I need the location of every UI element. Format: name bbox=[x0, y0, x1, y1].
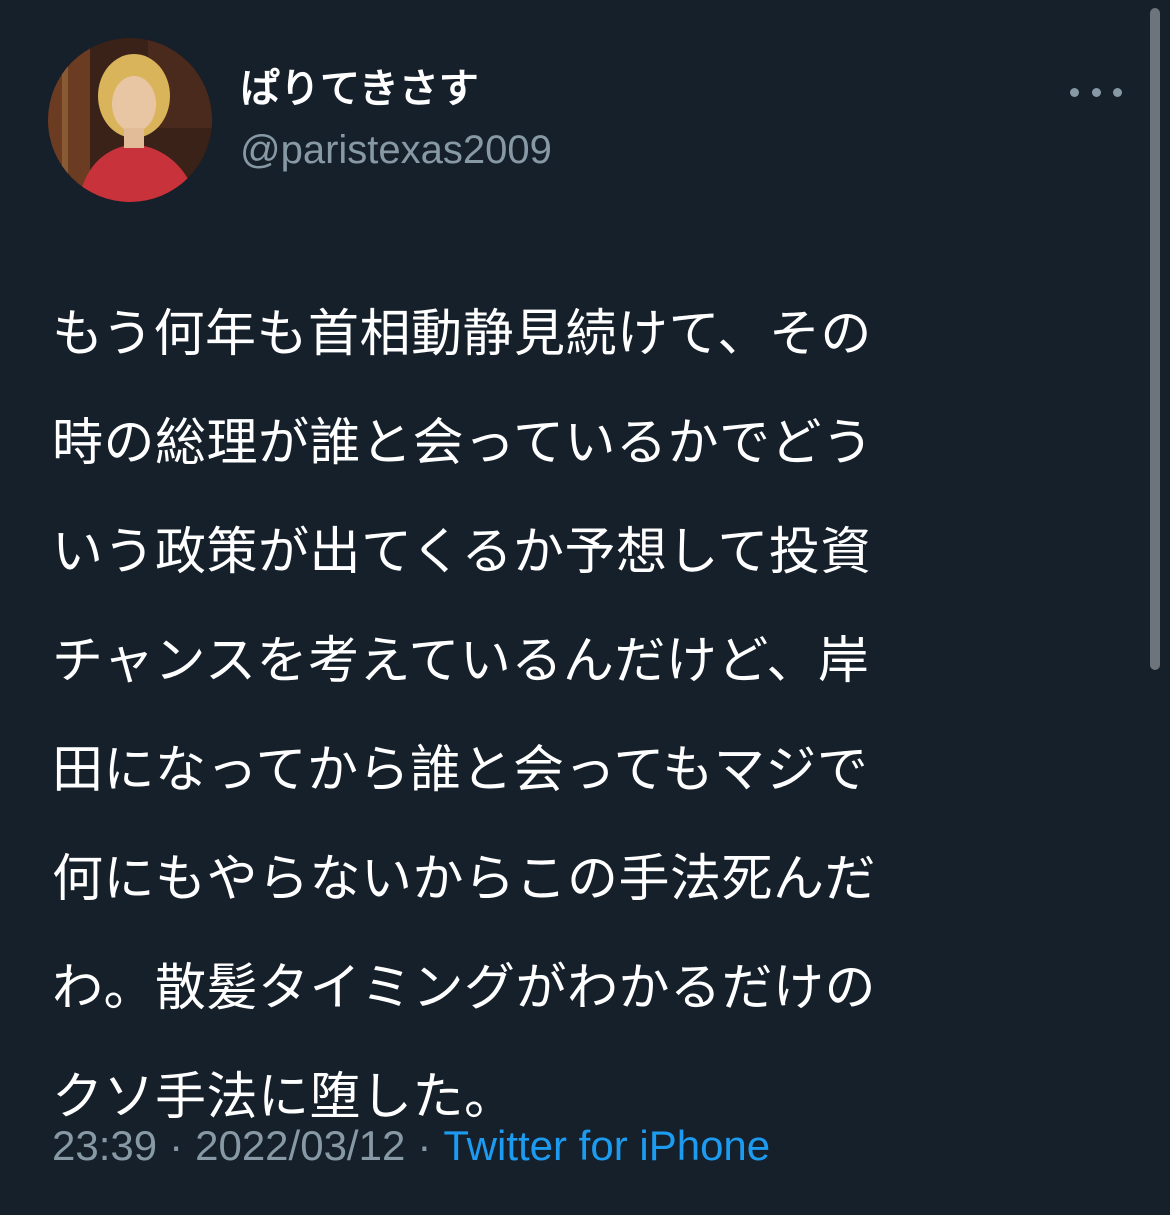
tweet-text-line: 田になってから誰と会ってもマジで bbox=[52, 741, 869, 800]
tweet-text-line: 時の総理が誰と会っているかでどう bbox=[52, 414, 874, 473]
more-horizontal-icon-dot bbox=[1091, 87, 1101, 97]
display-name[interactable]: ぱりてきさす bbox=[240, 62, 479, 116]
user-handle[interactable]: @paristexas2009 bbox=[240, 124, 552, 176]
tweet-card: ぱりてきさす @paristexas2009 もう何年も首相動静見続けて、その … bbox=[0, 0, 1170, 1215]
avatar[interactable] bbox=[48, 38, 212, 202]
tweet-metadata: 23:39 · 2022/03/12 · Twitter for iPhone bbox=[52, 1118, 770, 1174]
tweet-text-line: 何にもやらないからこの手法死んだ bbox=[52, 850, 877, 909]
more-options-button[interactable] bbox=[1064, 72, 1128, 112]
tweet-text-line: いう政策が出てくるか予想して投資 bbox=[52, 523, 872, 582]
tweet-text-line: もう何年も首相動静見続けて、その bbox=[52, 305, 872, 364]
tweet-time[interactable]: 23:39 bbox=[52, 1122, 157, 1169]
more-horizontal-icon bbox=[1070, 87, 1079, 97]
metadata-separator: · bbox=[417, 1122, 432, 1169]
scrollbar[interactable] bbox=[1150, 8, 1160, 670]
metadata-separator: · bbox=[169, 1122, 184, 1169]
more-horizontal-icon-dot bbox=[1113, 87, 1122, 97]
tweet-source-link[interactable]: Twitter for iPhone bbox=[443, 1122, 770, 1169]
tweet-text: もう何年も首相動静見続けて、その 時の総理が誰と会っているかでどう いう政策が出… bbox=[52, 280, 1112, 1152]
tweet-text-line: チャンスを考えているんだけど、岸 bbox=[52, 632, 870, 691]
tweet-text-line: わ。散髪タイミングがわかるだけの bbox=[52, 959, 877, 1018]
tweet-date[interactable]: 2022/03/12 bbox=[195, 1122, 405, 1169]
